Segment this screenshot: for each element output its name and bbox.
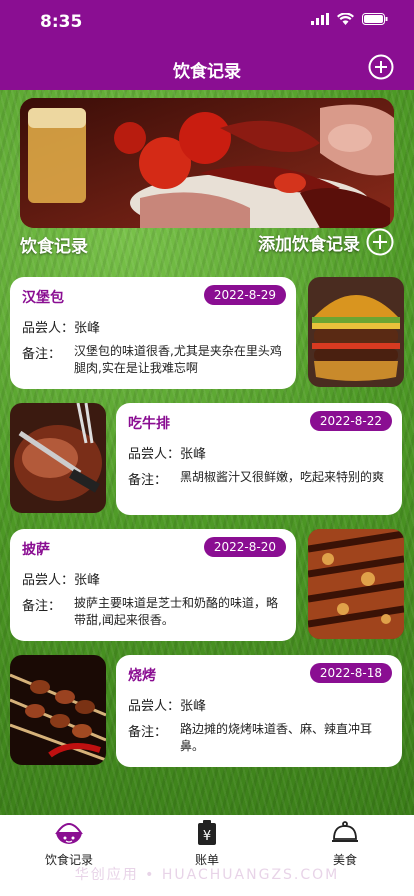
steak-image — [10, 403, 106, 513]
record-name: 吃牛排 — [128, 416, 170, 432]
banner-add-label: 添加饮食记录 — [258, 234, 360, 255]
taster-name: 张峰 — [74, 573, 101, 588]
note-text: 汉堡包的味道很香,尤其是夹杂在里头鸡腿肉,实在是让我难忘啊 — [74, 344, 282, 375]
record-thumbnail[interactable] — [308, 277, 404, 387]
taster-name: 张峰 — [180, 699, 207, 714]
banner-label: 饮食记录 — [20, 237, 88, 257]
burger-image — [308, 277, 404, 387]
signal-icon — [311, 13, 329, 25]
watermark: 华创应用 • HUACHUANGZS.COM — [74, 867, 340, 883]
record-taster-row: 品尝人：张峰 — [128, 695, 206, 714]
record-card[interactable]: 吃牛排 2022-8-22 品尝人：张峰 备注： 黑胡椒酱汁又很鲜嫩，吃起来特别的… — [116, 403, 402, 515]
meat-platter-image — [20, 98, 394, 228]
record-note-row: 备注： 汉堡包的味道很香,尤其是夹杂在里头鸡腿肉,实在是让我难忘啊 — [22, 343, 282, 377]
pizza-image — [308, 529, 404, 639]
svg-text:¥: ¥ — [203, 829, 211, 844]
cloche-icon — [332, 821, 358, 842]
record-date: 2022-8-18 — [309, 663, 392, 683]
record-note-row: 备注： 披萨主要味道是芝士和奶酪的味道，略带甜,闻起来很香。 — [22, 595, 282, 629]
record-date: 2022-8-29 — [203, 285, 286, 305]
taster-label: 品尝人： — [22, 321, 75, 336]
record-date: 2022-8-20 — [203, 537, 286, 557]
record-name: 披萨 — [22, 542, 50, 558]
note-text: 路边摊的烧烤味道香、麻、辣直冲耳鼻。 — [180, 722, 373, 753]
taster-label: 品尝人： — [128, 699, 181, 714]
content-area[interactable]: 饮食记录 添加饮食记录 汉堡包 2022-8-29 品尝人：张峰 备注： 汉堡包的… — [0, 90, 414, 815]
note-text: 披萨主要味道是芝士和奶酪的味道，略带甜,闻起来很香。 — [74, 596, 279, 627]
record-taster-row: 品尝人：张峰 — [22, 569, 100, 588]
record-note-row: 备注： 黑胡椒酱汁又很鲜嫩，吃起来特别的爽 — [128, 469, 388, 488]
banner-add-button[interactable]: 添加饮食记录 — [258, 228, 394, 256]
note-text: 黑胡椒酱汁又很鲜嫩，吃起来特别的爽 — [180, 470, 385, 484]
tab-bill[interactable]: ¥ 账单 — [167, 819, 247, 868]
note-label: 备注： — [22, 599, 62, 614]
page-title: 饮食记录 — [173, 62, 241, 82]
bbq-skewer-image — [10, 655, 106, 765]
taster-label: 品尝人： — [128, 447, 181, 462]
note-label: 备注： — [22, 347, 62, 362]
note-label: 备注： — [128, 725, 168, 740]
record-name: 烧烤 — [128, 668, 156, 684]
record-card[interactable]: 披萨 2022-8-20 品尝人：张峰 备注： 披萨主要味道是芝士和奶酪的味道，略… — [10, 529, 296, 641]
record-thumbnail[interactable] — [308, 529, 404, 639]
record-name: 汉堡包 — [22, 290, 64, 306]
nav-bar: 饮食记录 — [0, 44, 414, 90]
bowl-icon — [55, 823, 83, 844]
banner-image — [20, 98, 394, 228]
record-card[interactable]: 汉堡包 2022-8-29 品尝人：张峰 备注： 汉堡包的味道很香,尤其是夹杂在里… — [10, 277, 296, 389]
record-thumbnail[interactable] — [10, 655, 106, 765]
wifi-icon — [337, 13, 354, 25]
record-date: 2022-8-22 — [309, 411, 392, 431]
record-taster-row: 品尝人：张峰 — [22, 317, 100, 336]
tab-diet-record[interactable]: 饮食记录 — [29, 819, 109, 868]
bill-icon: ¥ — [198, 820, 216, 845]
status-bar: 8:35 — [0, 0, 414, 44]
record-note-row: 备注： 路边摊的烧烤味道香、麻、辣直冲耳鼻。 — [128, 721, 388, 755]
note-label: 备注： — [128, 473, 168, 488]
tab-food[interactable]: 美食 — [305, 819, 385, 868]
taster-name: 张峰 — [74, 321, 101, 336]
record-card[interactable]: 烧烤 2022-8-18 品尝人：张峰 备注： 路边摊的烧烤味道香、麻、辣直冲耳鼻… — [116, 655, 402, 767]
taster-name: 张峰 — [180, 447, 207, 462]
taster-label: 品尝人： — [22, 573, 75, 588]
add-record-button[interactable] — [368, 54, 394, 80]
record-thumbnail[interactable] — [10, 403, 106, 513]
battery-icon — [362, 13, 388, 25]
status-time: 8:35 — [40, 12, 83, 32]
plus-circle-icon — [366, 228, 394, 256]
record-taster-row: 品尝人：张峰 — [128, 443, 206, 462]
status-icons — [311, 13, 388, 25]
